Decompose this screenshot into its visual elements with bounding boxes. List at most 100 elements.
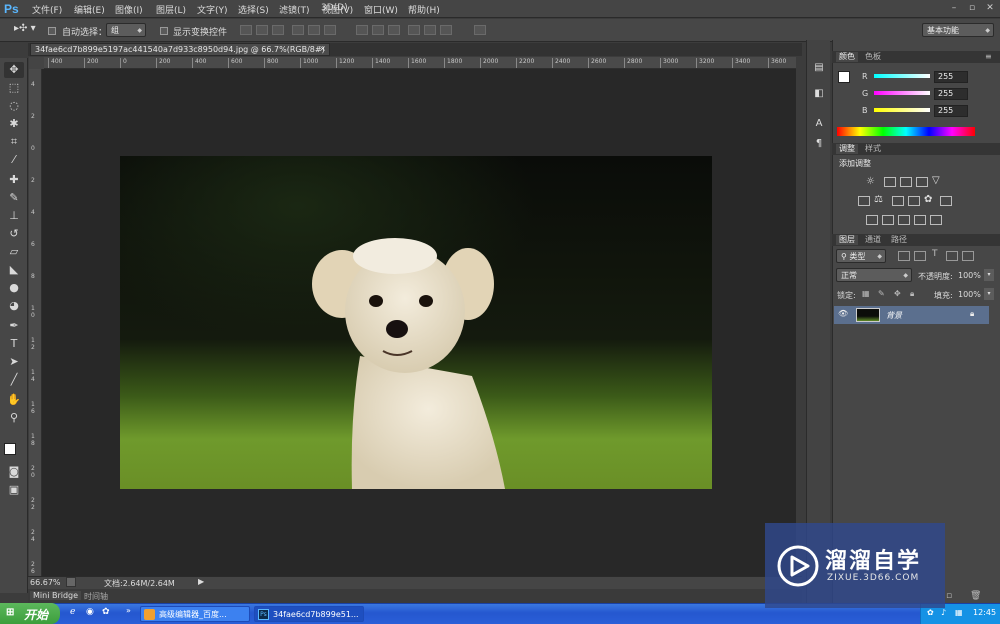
paragraph-panel-icon[interactable]: ¶	[811, 136, 827, 152]
menu-window[interactable]: 窗口(W)	[364, 3, 398, 16]
tab-layers[interactable]: 图层	[836, 235, 858, 245]
taskbar-item-photoshop[interactable]: Ps 34fae6cd7b899e51...	[254, 606, 364, 622]
tab-adjustments[interactable]: 调整	[836, 144, 858, 154]
paint-bucket-tool-icon[interactable]: ◣	[4, 262, 24, 278]
distribute-left-icon[interactable]	[408, 25, 420, 35]
workspace-dropdown[interactable]: 基本功能 ◆	[922, 23, 994, 37]
invert-adjust-icon[interactable]	[866, 215, 878, 225]
layer-row-background[interactable]: 👁︎ 背景 🔒︎	[834, 306, 989, 324]
quick-mask-icon[interactable]: ◙	[4, 464, 24, 480]
black-white-adjust-icon[interactable]	[892, 196, 904, 206]
r-slider[interactable]	[874, 74, 930, 78]
color-spectrum-bar[interactable]	[837, 127, 975, 136]
menu-edit[interactable]: 编辑(E)	[74, 3, 105, 16]
curves-adjust-icon[interactable]	[900, 177, 912, 187]
r-value[interactable]: 255	[934, 71, 968, 83]
align-vcenter-icon[interactable]	[256, 25, 268, 35]
lock-all-icon[interactable]: 🔒︎	[910, 289, 914, 299]
maximize-icon[interactable]: ▫	[966, 2, 978, 14]
panel-menu-icon[interactable]: ≡	[982, 52, 995, 62]
color-fg-swatch[interactable]	[838, 71, 850, 83]
filter-type-icon[interactable]: T	[932, 249, 938, 259]
screen-mode-icon[interactable]: ▣	[4, 482, 24, 498]
ruler-origin[interactable]	[29, 57, 44, 69]
eraser-tool-icon[interactable]: ▱	[4, 244, 24, 260]
hand-tool-icon[interactable]: ✋	[4, 392, 24, 408]
opacity-arrow-icon[interactable]: ▾	[984, 269, 994, 281]
menu-filter[interactable]: 滤镜(T)	[279, 3, 310, 16]
lock-paint-icon[interactable]: ✎	[878, 289, 885, 298]
photo-filter-adjust-icon[interactable]	[908, 196, 920, 206]
zoom-level[interactable]: 66.67%	[30, 578, 61, 587]
channel-mixer-adjust-icon[interactable]: ✿	[924, 194, 932, 205]
layer-filter-dropdown[interactable]: ⚲ 类型 ◆	[836, 249, 886, 263]
distribute-hcenter-icon[interactable]	[424, 25, 436, 35]
media-quicklaunch-icon[interactable]: ◉	[86, 607, 94, 617]
ie-quicklaunch-icon[interactable]: ℯ	[70, 607, 75, 617]
align-bottom-icon[interactable]	[272, 25, 284, 35]
history-panel-icon[interactable]: ▤	[811, 60, 827, 76]
document-image[interactable]	[120, 156, 712, 489]
move-tool-preset-icon[interactable]: ▸✣ ▾	[14, 23, 36, 34]
status-menu-icon[interactable]	[66, 577, 76, 587]
crop-tool-icon[interactable]: ⌗	[4, 134, 24, 150]
auto-select-checkbox[interactable]	[48, 27, 56, 35]
menu-layer[interactable]: 图层(L)	[156, 3, 186, 16]
blur-tool-icon[interactable]: ●	[4, 280, 24, 296]
minimize-icon[interactable]: –	[948, 2, 960, 14]
visibility-eye-icon[interactable]: 👁︎	[838, 309, 848, 318]
menu-image[interactable]: 图像(I)	[115, 3, 143, 16]
hue-sat-adjust-icon[interactable]	[858, 196, 870, 206]
taskbar-item-editor[interactable]: 高级编辑器_百度...	[140, 606, 250, 622]
b-value[interactable]: 255	[934, 105, 968, 117]
tab-paths[interactable]: 路径	[888, 235, 910, 245]
g-slider[interactable]	[874, 91, 930, 95]
align-left-icon[interactable]	[292, 25, 304, 35]
tray-volume-icon[interactable]: ♪	[941, 608, 946, 617]
fill-value[interactable]: 100%	[958, 290, 981, 299]
tab-swatches[interactable]: 色板	[862, 52, 884, 62]
history-brush-tool-icon[interactable]: ↺	[4, 226, 24, 242]
zoom-tool-icon[interactable]: ⚲	[4, 410, 24, 426]
document-tab[interactable]: 34fae6cd7b899e5197ac441540a7d933c8950d94…	[30, 43, 330, 56]
distribute-bottom-icon[interactable]	[388, 25, 400, 35]
tray-network-icon[interactable]: ▦	[955, 608, 963, 617]
healing-brush-tool-icon[interactable]: ✚	[4, 172, 24, 188]
brush-tool-icon[interactable]: ✎	[4, 190, 24, 206]
color-balance-adjust-icon[interactable]: ⚖	[874, 194, 883, 205]
filter-smart-icon[interactable]	[962, 251, 974, 261]
g-value[interactable]: 255	[934, 88, 968, 100]
menu-view[interactable]: 视图(V)	[322, 3, 353, 16]
quicklaunch-more-icon[interactable]: »	[126, 606, 131, 615]
auto-align-icon[interactable]	[474, 25, 486, 35]
new-layer-icon[interactable]: ▫	[946, 591, 952, 601]
path-selection-tool-icon[interactable]: ➤	[4, 354, 24, 370]
color-lookup-adjust-icon[interactable]	[940, 196, 952, 206]
clone-stamp-tool-icon[interactable]: ⊥	[4, 208, 24, 224]
threshold-adjust-icon[interactable]	[898, 215, 910, 225]
type-tool-icon[interactable]: T	[4, 336, 24, 352]
layer-name[interactable]: 背景	[886, 310, 902, 321]
tab-timeline[interactable]: 时间轴	[84, 591, 108, 602]
menu-type[interactable]: 文字(Y)	[197, 3, 228, 16]
character-panel-icon[interactable]: A	[811, 116, 827, 132]
posterize-adjust-icon[interactable]	[882, 215, 894, 225]
start-button[interactable]: ⊞ 开始	[0, 603, 60, 624]
tab-color[interactable]: 颜色	[836, 52, 858, 62]
align-right-icon[interactable]	[324, 25, 336, 35]
align-top-icon[interactable]	[240, 25, 252, 35]
clock[interactable]: 12:45	[973, 608, 996, 617]
menu-file[interactable]: 文件(F)	[32, 3, 62, 16]
dodge-tool-icon[interactable]: ◕	[4, 298, 24, 314]
menu-select[interactable]: 选择(S)	[238, 3, 269, 16]
tab-mini-bridge[interactable]: Mini Bridge	[30, 591, 82, 600]
quick-select-tool-icon[interactable]: ✱	[4, 116, 24, 132]
lasso-tool-icon[interactable]: ◌	[4, 98, 24, 114]
menu-help[interactable]: 帮助(H)	[408, 3, 440, 16]
exposure-adjust-icon[interactable]	[916, 177, 928, 187]
align-hcenter-icon[interactable]	[308, 25, 320, 35]
horizontal-ruler[interactable]: 400 200 0 200 400 600 800 1000 1200 1400…	[44, 57, 796, 69]
auto-select-dropdown[interactable]: 组 ◆	[106, 23, 146, 37]
foreground-color-swatch[interactable]	[4, 443, 16, 455]
delete-layer-icon[interactable]: 🗑︎	[970, 591, 981, 601]
